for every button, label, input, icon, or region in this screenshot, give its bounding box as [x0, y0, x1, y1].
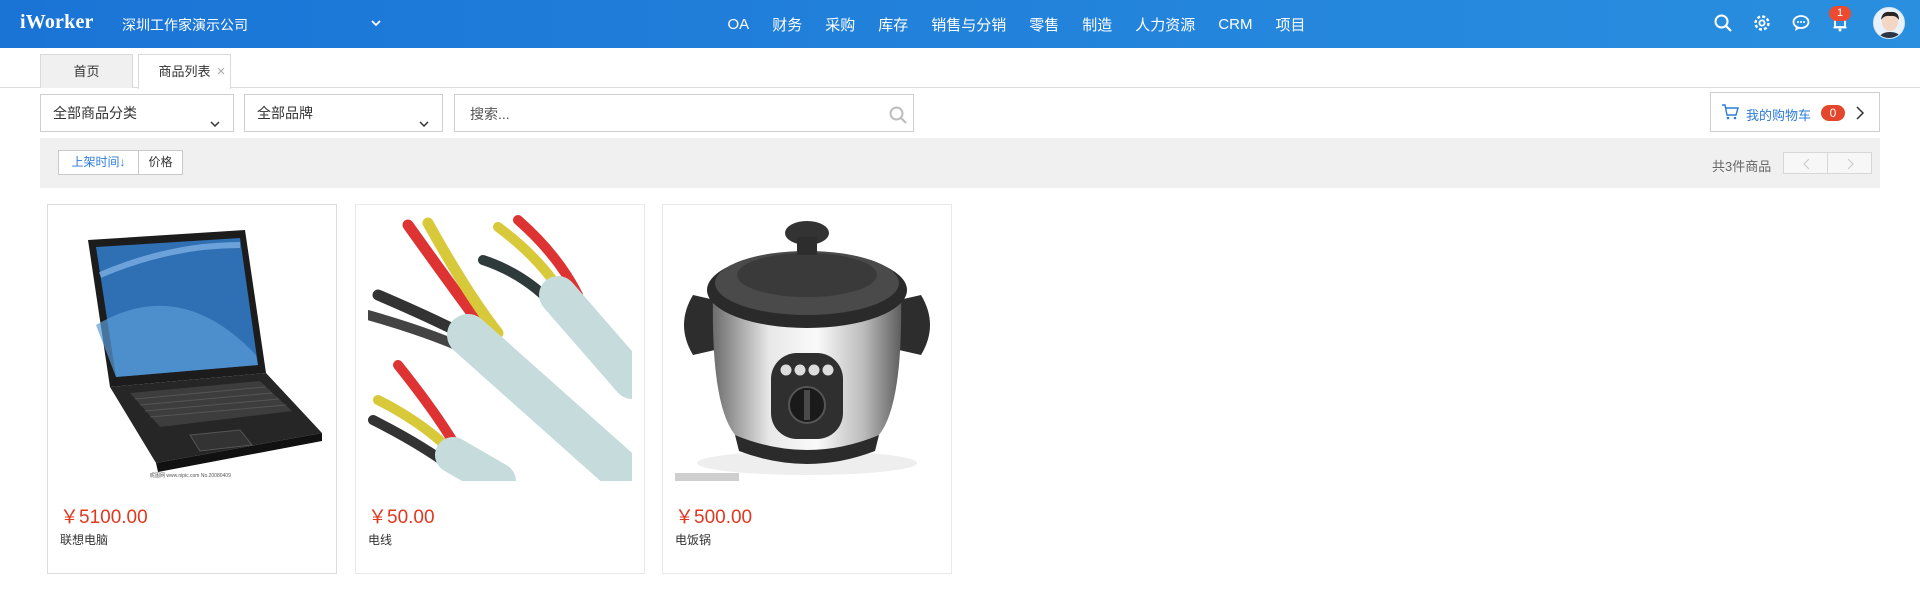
app-logo[interactable]: iWorker	[20, 11, 94, 34]
search-box	[454, 94, 914, 132]
product-image-rice-cooker[interactable]	[675, 215, 939, 481]
product-image-wire[interactable]	[368, 215, 632, 481]
top-navigation-bar: iWorker 深圳工作家演示公司 OA 财务 采购 库存 销售与分销 零售 制…	[0, 0, 1920, 48]
user-avatar[interactable]	[1873, 7, 1905, 39]
nav-item-inventory[interactable]: 库存	[867, 14, 920, 35]
nav-item-retail[interactable]: 零售	[1018, 14, 1071, 35]
product-name[interactable]: 联想电脑	[60, 531, 108, 548]
close-icon[interactable]: ×	[214, 55, 228, 88]
product-card[interactable]: 昵图网 www.nipic.com No.20080409 ￥5100.00 联…	[47, 204, 337, 574]
sort-by-price-label: 价格	[148, 155, 173, 169]
nav-item-projects[interactable]: 项目	[1264, 14, 1317, 35]
arrow-down-icon: ↓	[119, 155, 126, 169]
search-icon[interactable]	[888, 105, 908, 125]
cart-label: 我的购物车	[1746, 108, 1812, 123]
category-select[interactable]: 全部商品分类	[40, 94, 234, 132]
nav-item-hr[interactable]: 人力资源	[1124, 14, 1207, 35]
sort-by-date-button[interactable]: 上架时间↓	[58, 150, 139, 175]
svg-text:昵图网 www.nipic.com No.20080409: 昵图网 www.nipic.com No.20080409	[150, 473, 231, 479]
product-name[interactable]: 电饭锅	[675, 531, 711, 548]
tab-label: 商品列表	[158, 64, 211, 79]
brand-select[interactable]: 全部品牌	[244, 94, 443, 132]
product-card[interactable]: ￥500.00 电饭锅	[662, 204, 952, 574]
product-card[interactable]: ￥50.00 电线	[355, 204, 645, 574]
shopping-cart-button[interactable]: 我的购物车 0	[1710, 92, 1880, 132]
prev-page-button[interactable]	[1783, 152, 1828, 174]
main-nav: OA 财务 采购 库存 销售与分销 零售 制造 人力资源 CRM 项目	[716, 0, 1317, 48]
product-price: ￥500.00	[675, 507, 753, 528]
product-name[interactable]: 电线	[368, 531, 392, 548]
product-image-laptop[interactable]: 昵图网 www.nipic.com No.20080409	[60, 215, 324, 481]
notification-badge: 1	[1829, 6, 1851, 21]
tab-label: 首页	[73, 64, 100, 79]
nav-item-manufacturing[interactable]: 制造	[1071, 14, 1124, 35]
product-price: ￥5100.00	[60, 507, 148, 528]
tab-home[interactable]: 首页	[40, 54, 133, 88]
category-select-value: 全部商品分类	[53, 105, 137, 121]
product-price: ￥50.00	[368, 507, 435, 528]
cart-count-badge: 0	[1821, 105, 1845, 121]
product-count: 共3件商品	[1712, 159, 1772, 174]
sort-by-price-button[interactable]: 价格	[138, 150, 183, 175]
chevron-right-icon	[1854, 106, 1866, 120]
nav-item-finance[interactable]: 财务	[761, 14, 814, 35]
chevron-down-icon	[209, 107, 221, 128]
brand-select-value: 全部品牌	[257, 105, 313, 121]
search-input[interactable]	[470, 105, 870, 123]
chevron-down-icon[interactable]	[368, 15, 384, 31]
tab-product-list[interactable]: 商品列表 ×	[138, 54, 231, 89]
sort-by-date-label: 上架时间	[71, 155, 120, 169]
nav-item-purchase[interactable]: 采购	[814, 14, 867, 35]
gear-icon[interactable]	[1751, 12, 1773, 34]
company-name[interactable]: 深圳工作家演示公司	[122, 15, 248, 35]
chevron-down-icon	[418, 107, 430, 128]
next-page-button[interactable]	[1827, 152, 1872, 174]
nav-item-sales[interactable]: 销售与分销	[920, 14, 1018, 35]
cart-icon	[1721, 104, 1739, 120]
sort-bar: 上架时间↓ 价格 共3件商品 1/1	[40, 138, 1880, 188]
nav-item-crm[interactable]: CRM	[1207, 16, 1264, 33]
chat-icon[interactable]	[1790, 12, 1812, 34]
tab-bar: 首页 商品列表 ×	[0, 48, 1920, 89]
nav-item-oa[interactable]: OA	[716, 16, 761, 33]
search-icon[interactable]	[1712, 12, 1734, 34]
